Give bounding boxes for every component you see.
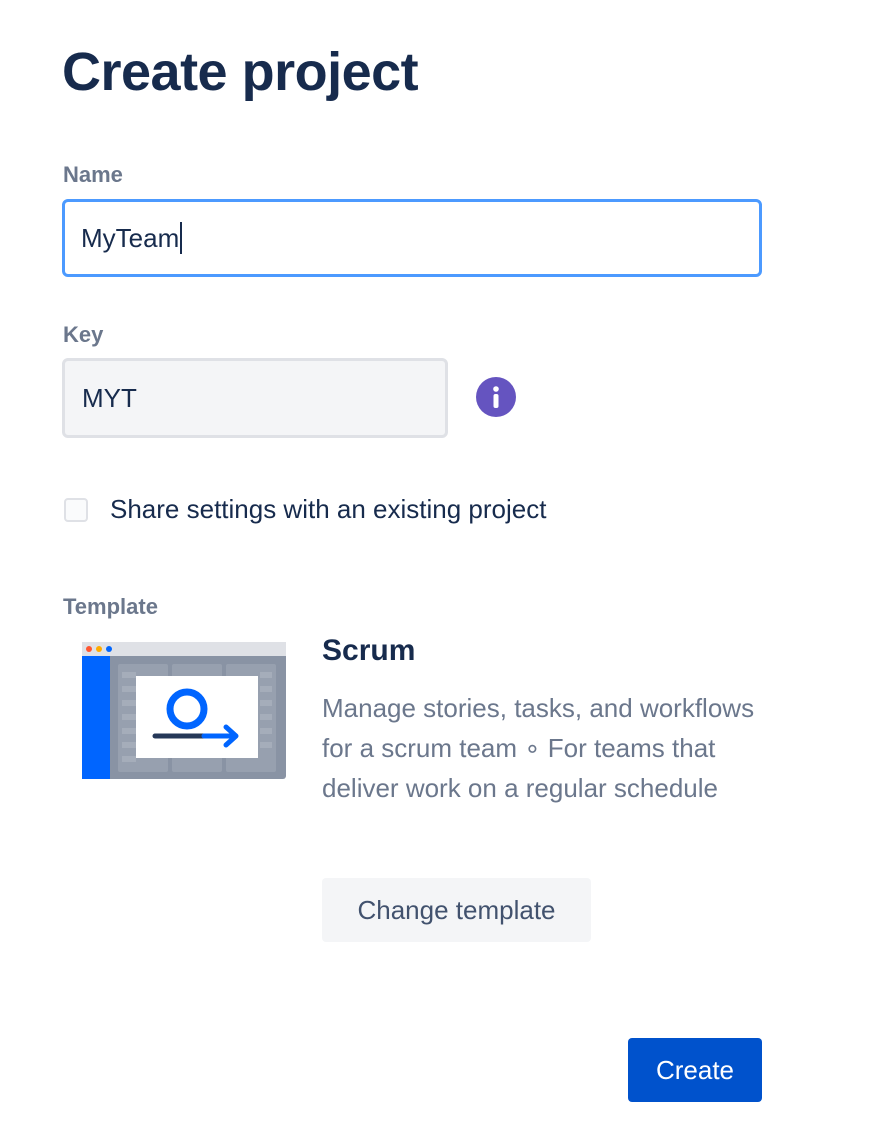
name-input-value: MyTeam bbox=[81, 222, 180, 253]
key-label: Key bbox=[63, 322, 104, 347]
template-label: Template bbox=[63, 594, 158, 619]
create-project-page: Create project Name MyTeam Key MYT Share… bbox=[0, 0, 876, 1132]
key-input-value: MYT bbox=[82, 382, 137, 413]
template-description: Manage stories, tasks, and workflows for… bbox=[322, 693, 755, 803]
change-template-button[interactable]: Change template bbox=[322, 878, 591, 942]
key-input[interactable]: MYT bbox=[62, 358, 448, 438]
share-settings-label[interactable]: Share settings with an existing project bbox=[110, 494, 546, 525]
share-settings-checkbox[interactable] bbox=[64, 497, 88, 522]
info-icon[interactable] bbox=[476, 377, 516, 417]
name-label: Name bbox=[63, 162, 123, 187]
text-caret bbox=[180, 222, 183, 254]
page-title: Create project bbox=[62, 42, 419, 102]
share-settings-row[interactable]: Share settings with an existing project bbox=[64, 494, 546, 525]
info-icon-glyph bbox=[493, 386, 499, 408]
name-input[interactable]: MyTeam bbox=[62, 199, 762, 277]
template-name: Scrum bbox=[322, 634, 416, 667]
create-button[interactable]: Create bbox=[628, 1038, 762, 1102]
scrum-template-illustration bbox=[82, 642, 286, 779]
